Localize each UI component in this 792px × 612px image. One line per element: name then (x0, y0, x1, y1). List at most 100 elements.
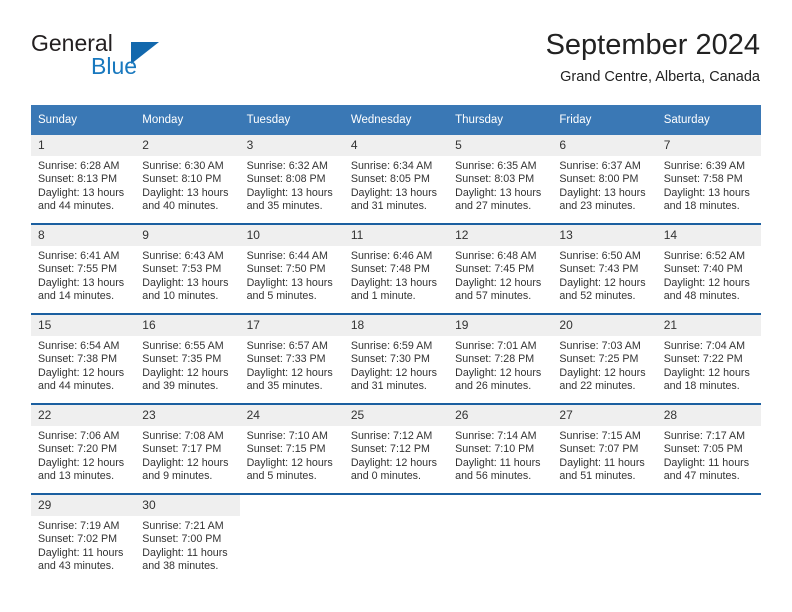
day-cell[interactable]: 29 Sunrise: 7:19 AM Sunset: 7:02 PM Dayl… (31, 493, 136, 583)
day-cell[interactable]: 13 Sunrise: 6:50 AM Sunset: 7:43 PM Dayl… (552, 223, 657, 314)
day-cell[interactable]: 22 Sunrise: 7:06 AM Sunset: 7:20 PM Dayl… (31, 403, 136, 494)
sunset-text: Sunset: 7:50 PM (246, 263, 326, 276)
sunrise-text: Sunrise: 7:08 AM (142, 430, 224, 442)
day-cell[interactable]: 24 Sunrise: 7:10 AM Sunset: 7:15 PM Dayl… (239, 403, 344, 494)
calendar-page: General Blue September 2024 Grand Centre… (0, 0, 792, 612)
daylight-text-line2: and 51 minutes. (559, 470, 636, 483)
weekday-header-sunday: Sunday (31, 105, 136, 135)
day-number: 9 (135, 225, 240, 246)
sunset-text: Sunset: 7:33 PM (246, 353, 326, 366)
day-info: Sunrise: 6:37 AM Sunset: 8:00 PM Dayligh… (552, 156, 656, 214)
daylight-text-line2: and 22 minutes. (559, 380, 636, 393)
daylight-text-line1: Daylight: 12 hours (559, 276, 646, 289)
daylight-text-line2: and 5 minutes. (246, 470, 317, 483)
daylight-text-line1: Daylight: 12 hours (350, 456, 437, 469)
daylight-text-line1: Daylight: 12 hours (142, 456, 229, 469)
day-cell[interactable]: 19 Sunrise: 7:01 AM Sunset: 7:28 PM Dayl… (448, 313, 553, 404)
day-cell[interactable]: 14 Sunrise: 6:52 AM Sunset: 7:40 PM Dayl… (656, 223, 761, 314)
day-info: Sunrise: 6:54 AM Sunset: 7:38 PM Dayligh… (31, 336, 135, 394)
sunset-text: Sunset: 8:00 PM (559, 173, 639, 186)
sunrise-text: Sunrise: 7:14 AM (455, 430, 537, 442)
sunset-text: Sunset: 7:02 PM (38, 533, 118, 546)
day-number (240, 495, 344, 516)
day-cell[interactable]: 20 Sunrise: 7:03 AM Sunset: 7:25 PM Dayl… (552, 313, 657, 404)
calendar-table: Sunday Monday Tuesday Wednesday Thursday… (31, 105, 761, 583)
sunrise-text: Sunrise: 7:15 AM (559, 430, 641, 442)
sunset-text: Sunset: 7:30 PM (350, 353, 430, 366)
day-info: Sunrise: 6:50 AM Sunset: 7:43 PM Dayligh… (552, 246, 656, 304)
day-cell-empty (239, 493, 344, 583)
day-cell[interactable]: 2 Sunrise: 6:30 AM Sunset: 8:10 PM Dayli… (135, 135, 240, 224)
day-cell[interactable]: 21 Sunrise: 7:04 AM Sunset: 7:22 PM Dayl… (656, 313, 761, 404)
sunrise-text: Sunrise: 6:59 AM (350, 340, 433, 352)
day-cell[interactable]: 11 Sunrise: 6:46 AM Sunset: 7:48 PM Dayl… (343, 223, 449, 314)
day-number: 18 (343, 315, 449, 336)
day-cell[interactable]: 27 Sunrise: 7:15 AM Sunset: 7:07 PM Dayl… (552, 403, 657, 494)
daylight-text-line2: and 56 minutes. (455, 470, 532, 483)
sunrise-text: Sunrise: 6:34 AM (350, 160, 433, 172)
day-number: 8 (31, 225, 136, 246)
daylight-text-line1: Daylight: 11 hours (455, 456, 541, 469)
sunset-text: Sunset: 7:58 PM (663, 173, 743, 186)
sunset-text: Sunset: 7:43 PM (559, 263, 639, 276)
day-number: 28 (656, 405, 761, 426)
sunset-text: Sunset: 7:20 PM (38, 443, 118, 456)
day-info: Sunrise: 7:08 AM Sunset: 7:17 PM Dayligh… (135, 426, 239, 484)
day-cell[interactable]: 16 Sunrise: 6:55 AM Sunset: 7:35 PM Dayl… (135, 313, 240, 404)
page-subtitle: Grand Centre, Alberta, Canada (560, 69, 760, 85)
day-cell[interactable]: 15 Sunrise: 6:54 AM Sunset: 7:38 PM Dayl… (31, 313, 136, 404)
day-cell[interactable]: 6 Sunrise: 6:37 AM Sunset: 8:00 PM Dayli… (552, 135, 657, 224)
daylight-text-line2: and 44 minutes. (38, 200, 115, 213)
day-cell[interactable]: 17 Sunrise: 6:57 AM Sunset: 7:33 PM Dayl… (239, 313, 344, 404)
sunset-text: Sunset: 8:10 PM (142, 173, 222, 186)
calendar-week-row: 1 Sunrise: 6:28 AM Sunset: 8:13 PM Dayli… (31, 135, 761, 224)
day-cell[interactable]: 9 Sunrise: 6:43 AM Sunset: 7:53 PM Dayli… (135, 223, 240, 314)
day-info: Sunrise: 7:17 AM Sunset: 7:05 PM Dayligh… (657, 426, 761, 484)
day-number: 7 (656, 135, 761, 156)
day-cell[interactable]: 1 Sunrise: 6:28 AM Sunset: 8:13 PM Dayli… (31, 135, 136, 224)
day-cell[interactable]: 23 Sunrise: 7:08 AM Sunset: 7:17 PM Dayl… (135, 403, 240, 494)
day-number: 20 (552, 315, 657, 336)
day-cell[interactable]: 7 Sunrise: 6:39 AM Sunset: 7:58 PM Dayli… (656, 135, 761, 224)
day-number: 5 (448, 135, 553, 156)
day-cell[interactable]: 5 Sunrise: 6:35 AM Sunset: 8:03 PM Dayli… (448, 135, 553, 224)
day-cell[interactable]: 28 Sunrise: 7:17 AM Sunset: 7:05 PM Dayl… (656, 403, 761, 494)
daylight-text-line2: and 35 minutes. (246, 380, 323, 393)
day-number: 24 (239, 405, 344, 426)
sunrise-text: Sunrise: 6:43 AM (142, 250, 224, 262)
sunrise-text: Sunrise: 6:55 AM (142, 340, 224, 352)
day-number: 12 (448, 225, 553, 246)
sunrise-text: Sunrise: 7:01 AM (455, 340, 537, 352)
calendar-week-row: 15 Sunrise: 6:54 AM Sunset: 7:38 PM Dayl… (31, 313, 761, 404)
sunset-text: Sunset: 7:55 PM (38, 263, 118, 276)
day-cell[interactable]: 4 Sunrise: 6:34 AM Sunset: 8:05 PM Dayli… (343, 135, 449, 224)
day-info: Sunrise: 7:06 AM Sunset: 7:20 PM Dayligh… (31, 426, 135, 484)
daylight-text-line2: and 43 minutes. (38, 560, 115, 573)
day-cell[interactable]: 26 Sunrise: 7:14 AM Sunset: 7:10 PM Dayl… (448, 403, 553, 494)
day-cell[interactable]: 30 Sunrise: 7:21 AM Sunset: 7:00 PM Dayl… (135, 493, 240, 583)
day-number: 25 (343, 405, 449, 426)
sunrise-text: Sunrise: 6:30 AM (142, 160, 224, 172)
title-block: September 2024 Grand Centre, Alberta, Ca… (546, 28, 760, 88)
daylight-text-line1: Daylight: 12 hours (455, 366, 542, 379)
day-cell[interactable]: 8 Sunrise: 6:41 AM Sunset: 7:55 PM Dayli… (31, 223, 136, 314)
sunset-text: Sunset: 7:38 PM (38, 353, 118, 366)
day-cell[interactable]: 10 Sunrise: 6:44 AM Sunset: 7:50 PM Dayl… (239, 223, 344, 314)
daylight-text-line1: Daylight: 12 hours (663, 366, 750, 379)
daylight-text-line2: and 18 minutes. (663, 200, 740, 213)
sunset-text: Sunset: 7:07 PM (559, 443, 639, 456)
daylight-text-line2: and 48 minutes. (663, 290, 740, 303)
day-cell[interactable]: 18 Sunrise: 6:59 AM Sunset: 7:30 PM Dayl… (343, 313, 449, 404)
day-cell[interactable]: 3 Sunrise: 6:32 AM Sunset: 8:08 PM Dayli… (239, 135, 344, 224)
daylight-text-line1: Daylight: 13 hours (559, 186, 646, 199)
day-cell[interactable]: 25 Sunrise: 7:12 AM Sunset: 7:12 PM Dayl… (343, 403, 449, 494)
daylight-text-line2: and 44 minutes. (38, 380, 115, 393)
day-info: Sunrise: 7:01 AM Sunset: 7:28 PM Dayligh… (448, 336, 552, 394)
daylight-text-line1: Daylight: 12 hours (246, 456, 333, 469)
sunrise-text: Sunrise: 7:04 AM (663, 340, 746, 352)
brand-logo[interactable]: General Blue (31, 30, 261, 86)
sunrise-text: Sunrise: 6:37 AM (559, 160, 641, 172)
day-cell[interactable]: 12 Sunrise: 6:48 AM Sunset: 7:45 PM Dayl… (448, 223, 553, 314)
day-number: 19 (448, 315, 553, 336)
sunrise-text: Sunrise: 6:46 AM (350, 250, 433, 262)
